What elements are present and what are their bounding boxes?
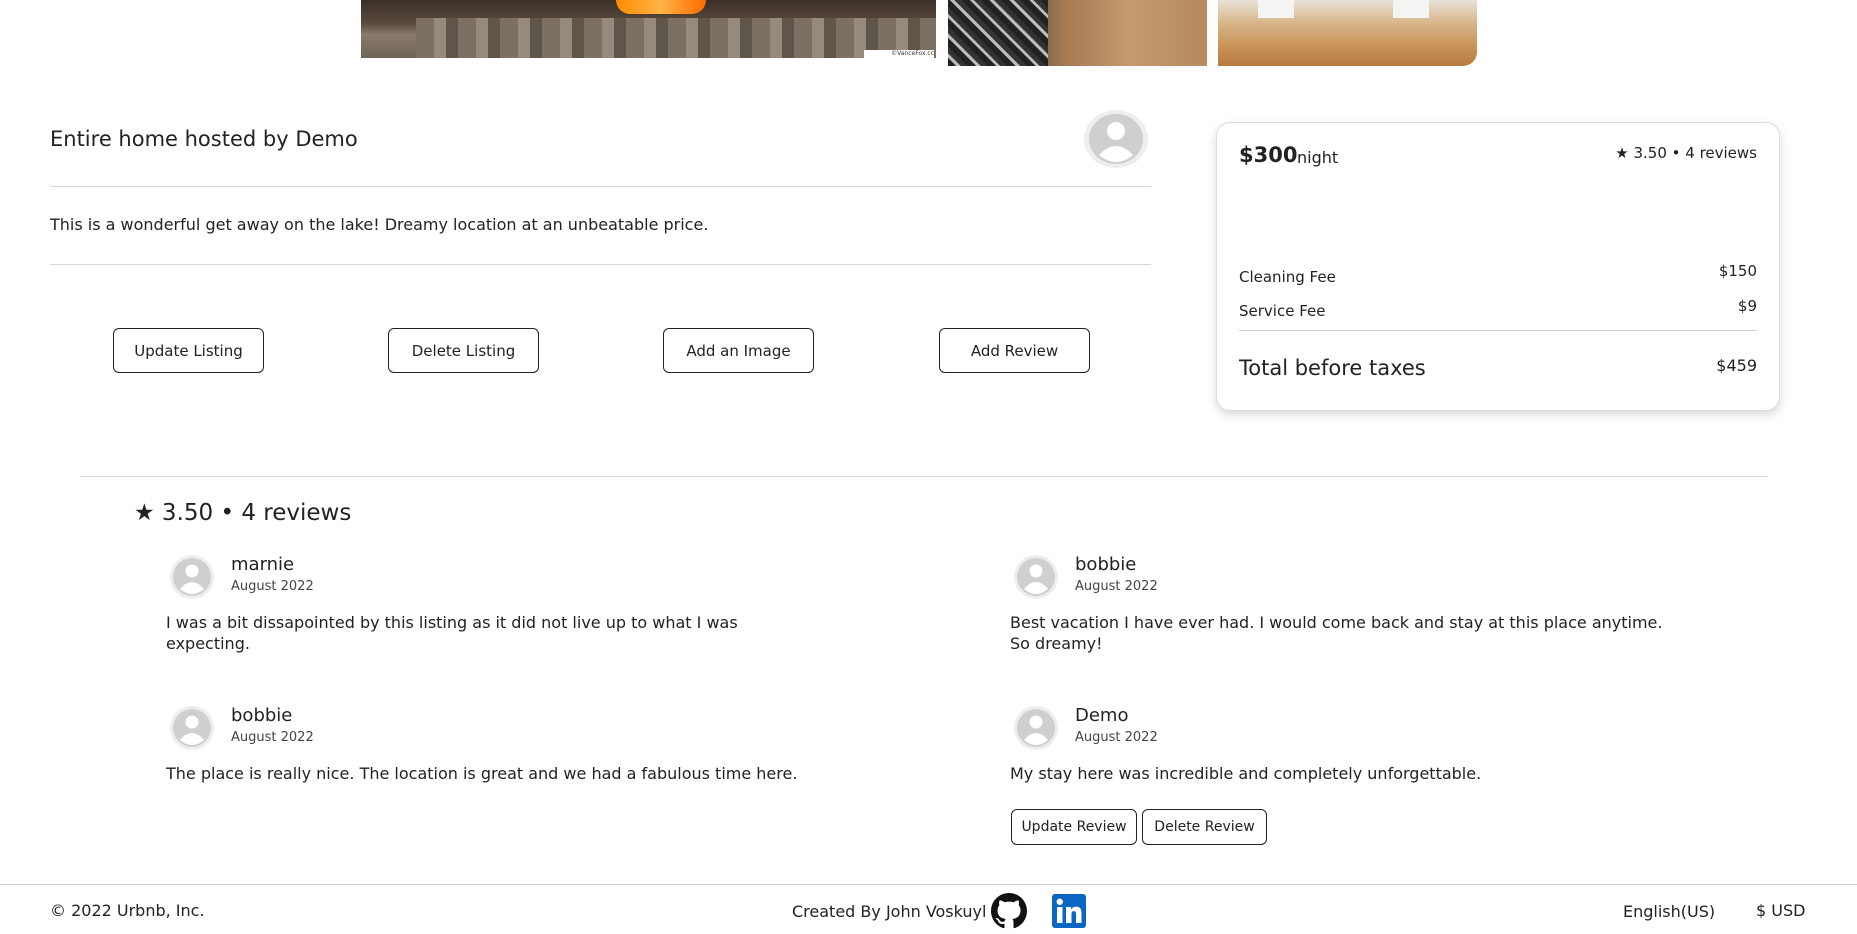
- total-value: $459: [1716, 356, 1757, 375]
- divider: [50, 186, 1151, 187]
- listing-description: This is a wonderful get away on the lake…: [50, 215, 709, 234]
- service-fee-value: $9: [1737, 297, 1757, 315]
- footer-credit: Created By John Voskuyl: [792, 902, 987, 921]
- update-listing-button[interactable]: Update Listing: [113, 328, 264, 373]
- footer-copyright: © 2022 Urbnb, Inc.: [50, 901, 205, 920]
- stone-wall: [416, 18, 936, 58]
- github-icon[interactable]: [991, 893, 1027, 929]
- add-review-button[interactable]: Add Review: [939, 328, 1090, 373]
- review-date: August 2022: [1075, 730, 1158, 745]
- reviews-heading: ★ 3.50 • 4 reviews: [134, 500, 352, 526]
- patterned-rug: [948, 0, 1048, 66]
- divider: [1239, 330, 1757, 331]
- photo-gallery: ©VanceFox.cc: [361, 0, 1477, 66]
- fire-pit-flames: [616, 0, 706, 14]
- price-card: $300 night ★ 3.50 • 4 reviews Cleaning F…: [1216, 122, 1780, 411]
- cleaning-fee-value: $150: [1718, 262, 1757, 280]
- review-text: I was a bit dissapointed by this listing…: [166, 613, 738, 653]
- price-unit: night: [1297, 148, 1339, 167]
- listing-photo-2: [948, 0, 1207, 66]
- total-label: Total before taxes: [1239, 356, 1426, 380]
- review-date: August 2022: [231, 730, 314, 745]
- cleaning-fee-label: Cleaning Fee: [1239, 268, 1336, 286]
- update-review-button[interactable]: Update Review: [1011, 809, 1137, 845]
- delete-review-button[interactable]: Delete Review: [1142, 809, 1267, 845]
- review-date: August 2022: [1075, 579, 1158, 594]
- photo-credit: ©VanceFox.cc: [864, 50, 934, 58]
- listing-photo-3: [1218, 0, 1477, 66]
- price-per-night: $300: [1239, 143, 1298, 167]
- review-author: marnie: [231, 554, 295, 575]
- review-text: Best vacation I have ever had. I would c…: [1010, 613, 1663, 653]
- review-text: My stay here was incredible and complete…: [1010, 764, 1482, 783]
- host-title: Entire home hosted by Demo: [50, 127, 358, 151]
- user-avatar-icon: [1014, 555, 1058, 599]
- user-avatar-icon: [1084, 110, 1148, 168]
- divider: [50, 264, 1151, 265]
- language-selector[interactable]: English(US): [1623, 902, 1715, 921]
- currency-selector[interactable]: $ USD: [1756, 901, 1805, 920]
- door-panel: [1393, 0, 1429, 18]
- footer: © 2022 Urbnb, Inc. Created By John Vosku…: [0, 884, 1857, 934]
- delete-listing-button[interactable]: Delete Listing: [388, 328, 539, 373]
- listing-photo-main: ©VanceFox.cc: [361, 0, 936, 58]
- door-panel: [1258, 0, 1294, 18]
- user-avatar-icon: [170, 706, 214, 750]
- review-author: Demo: [1075, 705, 1129, 726]
- user-avatar-icon: [1014, 706, 1058, 750]
- review-author: bobbie: [231, 705, 293, 726]
- divider: [80, 476, 1768, 477]
- rating-summary: ★ 3.50 • 4 reviews: [1615, 144, 1757, 162]
- add-image-button[interactable]: Add an Image: [663, 328, 814, 373]
- review-text: The place is really nice. The location i…: [166, 764, 798, 783]
- linkedin-icon[interactable]: [1052, 894, 1086, 928]
- service-fee-label: Service Fee: [1239, 302, 1326, 320]
- user-avatar-icon: [170, 555, 214, 599]
- review-date: August 2022: [231, 579, 314, 594]
- review-author: bobbie: [1075, 554, 1137, 575]
